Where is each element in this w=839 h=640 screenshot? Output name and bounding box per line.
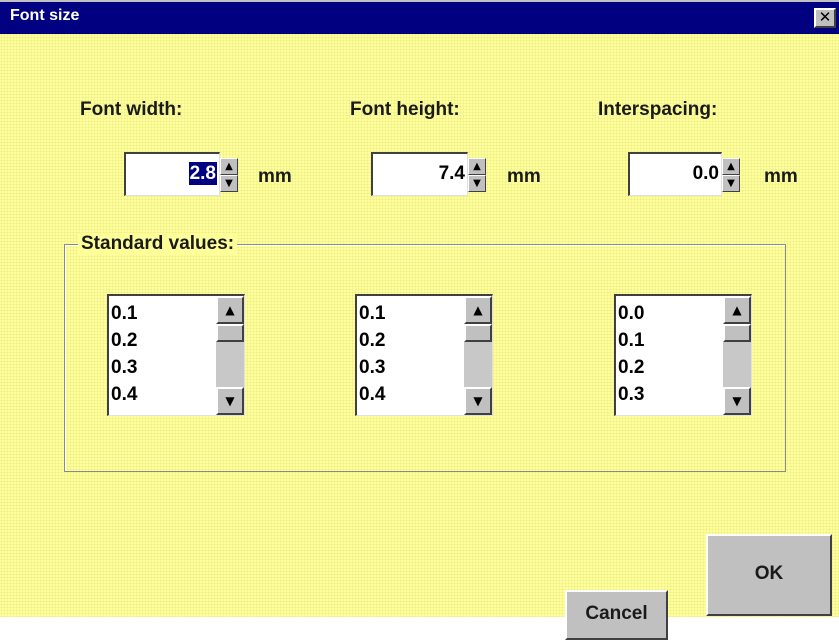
font-width-input[interactable]: 2.8 [124, 152, 220, 196]
arrow-down-icon: ▼ [473, 178, 481, 189]
list-item[interactable]: 0.1 [359, 300, 385, 327]
font-width-value: 2.8 [188, 162, 217, 185]
list-item[interactable]: 0.0 [618, 300, 644, 327]
arrow-down-icon: ▼ [732, 394, 742, 408]
list-item[interactable]: 0.1 [618, 327, 644, 354]
scroll-up-button[interactable]: ▲ [464, 296, 492, 324]
vertical-scrollbar[interactable]: ▲ ▼ [216, 296, 244, 415]
font-height-label: Font height: [350, 99, 460, 120]
arrow-up-icon: ▲ [473, 161, 481, 172]
interspacing-increment-button[interactable]: ▲ [722, 158, 740, 175]
font-width-standard-list[interactable]: 0.1 0.2 0.3 0.4 ▲ ▼ [107, 294, 245, 416]
list-item[interactable]: 0.2 [618, 354, 644, 381]
list-item[interactable]: 0.1 [111, 300, 137, 327]
font-width-spinner: 2.8 ▲ ▼ mm [124, 152, 314, 196]
font-width-spin-buttons: ▲ ▼ [220, 158, 238, 192]
arrow-up-icon: ▲ [473, 303, 483, 317]
list-item[interactable]: 0.2 [359, 327, 385, 354]
interspacing-spinner: 0.0 ▲ ▼ mm [628, 152, 818, 196]
list-item[interactable]: 0.3 [111, 354, 137, 381]
scroll-down-button[interactable]: ▼ [723, 387, 751, 415]
arrow-down-icon: ▼ [727, 178, 735, 189]
list-item[interactable]: 0.4 [111, 381, 137, 408]
arrow-up-icon: ▲ [732, 303, 742, 317]
scroll-up-button[interactable]: ▲ [216, 296, 244, 324]
font-height-spin-buttons: ▲ ▼ [468, 158, 486, 192]
close-button[interactable]: ✕ [814, 8, 836, 28]
font-height-spinner: 7.4 ▲ ▼ mm [371, 152, 561, 196]
font-height-standard-list[interactable]: 0.1 0.2 0.3 0.4 ▲ ▼ [355, 294, 493, 416]
font-height-unit: mm [507, 166, 541, 187]
font-height-increment-button[interactable]: ▲ [468, 158, 486, 175]
font-height-value: 7.4 [438, 163, 465, 184]
font-height-input[interactable]: 7.4 [371, 152, 468, 196]
cancel-button[interactable]: Cancel [565, 590, 668, 640]
interspacing-input[interactable]: 0.0 [628, 152, 722, 196]
list-item[interactable]: 0.2 [111, 327, 137, 354]
interspacing-unit: mm [764, 166, 798, 187]
font-width-label: Font width: [80, 99, 183, 120]
font-height-decrement-button[interactable]: ▼ [468, 175, 486, 192]
interspacing-spin-buttons: ▲ ▼ [722, 158, 740, 192]
dialog-title: Font size [10, 7, 80, 24]
scroll-thumb[interactable] [723, 324, 751, 342]
vertical-scrollbar[interactable]: ▲ ▼ [723, 296, 751, 415]
interspacing-value: 0.0 [692, 163, 719, 184]
arrow-up-icon: ▲ [225, 161, 233, 172]
vertical-scrollbar[interactable]: ▲ ▼ [464, 296, 492, 415]
arrow-down-icon: ▼ [473, 394, 483, 408]
arrow-down-icon: ▼ [225, 178, 233, 189]
interspacing-decrement-button[interactable]: ▼ [722, 175, 740, 192]
arrow-up-icon: ▲ [727, 161, 735, 172]
scroll-up-button[interactable]: ▲ [723, 296, 751, 324]
list-items: 0.0 0.1 0.2 0.3 [618, 300, 644, 408]
list-item[interactable]: 0.3 [618, 381, 644, 408]
standard-values-label: Standard values: [78, 233, 238, 255]
list-items: 0.1 0.2 0.3 0.4 [111, 300, 137, 408]
font-width-decrement-button[interactable]: ▼ [220, 175, 238, 192]
scroll-down-button[interactable]: ▼ [464, 387, 492, 415]
font-width-unit: mm [258, 166, 292, 187]
list-items: 0.1 0.2 0.3 0.4 [359, 300, 385, 408]
scroll-thumb[interactable] [216, 324, 244, 342]
close-icon: ✕ [818, 8, 832, 26]
title-bar[interactable]: Font size ✕ [0, 0, 839, 34]
arrow-down-icon: ▼ [225, 394, 235, 408]
list-item[interactable]: 0.4 [359, 381, 385, 408]
interspacing-label: Interspacing: [598, 99, 718, 120]
ok-button[interactable]: OK [706, 534, 832, 616]
arrow-up-icon: ▲ [225, 303, 235, 317]
scroll-down-button[interactable]: ▼ [216, 387, 244, 415]
list-item[interactable]: 0.3 [359, 354, 385, 381]
scroll-thumb[interactable] [464, 324, 492, 342]
font-width-increment-button[interactable]: ▲ [220, 158, 238, 175]
interspacing-standard-list[interactable]: 0.0 0.1 0.2 0.3 ▲ ▼ [614, 294, 752, 416]
font-size-dialog: Font size ✕ Font width: Font height: Int… [0, 0, 839, 640]
